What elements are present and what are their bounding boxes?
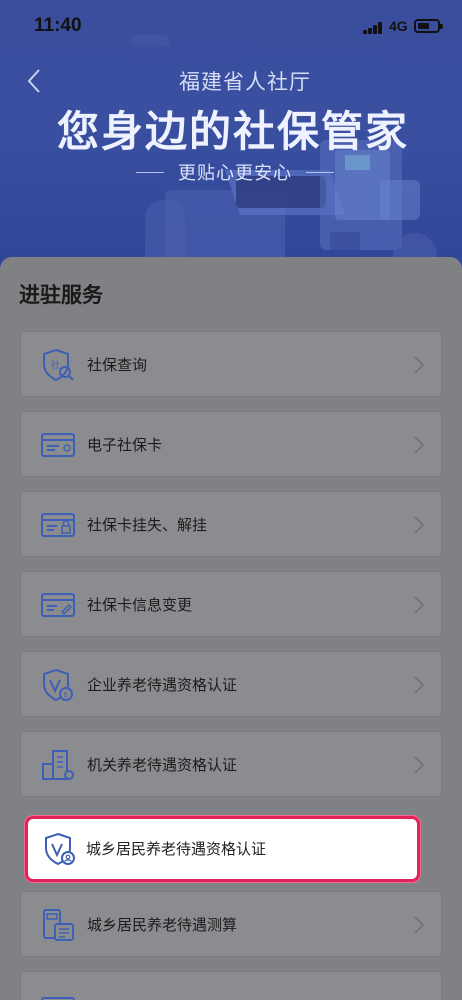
- tagline-row: 更贴心更安心: [0, 159, 462, 185]
- status-time: 11:40: [34, 15, 82, 36]
- tagline: 更贴心更安心: [178, 163, 292, 184]
- section-title: 进驻服务: [19, 283, 103, 307]
- tagline-divider-right: [306, 171, 334, 173]
- service-label: 社保查询: [87, 356, 148, 374]
- service-item-card-info-change[interactable]: 社保卡信息变更: [20, 571, 442, 637]
- chevron-right-icon: [414, 756, 425, 774]
- chevron-right-icon: [414, 436, 425, 454]
- tagline-divider-left: [136, 171, 164, 173]
- status-bar: 11:40 4G: [0, 0, 462, 54]
- chevron-right-icon: [414, 676, 425, 694]
- chevron-right-icon: [414, 516, 425, 534]
- header-banner: 11:40 4G 福建省人社厅 您身边的社保管家 更贴心更安心: [0, 0, 462, 280]
- chevron-right-icon: [414, 596, 425, 614]
- calculator-doc-icon: [43, 909, 74, 941]
- svg-text:$: $: [64, 691, 68, 699]
- org-name: 福建省人社厅: [179, 70, 311, 94]
- service-item-rural-pension-calc[interactable]: 城乡居民养老待遇测算: [20, 891, 442, 957]
- svg-text:社: 社: [51, 359, 60, 371]
- card-edit-icon: [41, 593, 75, 617]
- service-item-enterprise-pension-cert[interactable]: $ 企业养老待遇资格认证: [20, 651, 442, 717]
- card-icon: [41, 433, 75, 457]
- service-item-partial[interactable]: [20, 971, 442, 1000]
- service-item-card-loss[interactable]: 社保卡挂失、解挂: [20, 491, 442, 557]
- service-label: 社保卡信息变更: [87, 596, 193, 614]
- service-label: 城乡居民养老待遇资格认证: [86, 840, 267, 858]
- services-sheet: 进驻服务 社 社保查询 电子社保卡 社保卡挂失、解挂 社保卡信息变更 $ 企业养…: [0, 257, 462, 1000]
- shield-v-icon: [45, 832, 75, 866]
- service-label: 城乡居民养老待遇测算: [87, 916, 238, 934]
- chevron-right-icon: [414, 916, 425, 934]
- shield-search-icon: 社: [43, 348, 74, 382]
- battery-icon: [414, 19, 443, 33]
- service-item-rural-pension-cert[interactable]: 城乡居民养老待遇资格认证: [25, 816, 420, 882]
- service-label: 电子社保卡: [87, 436, 163, 454]
- card-lock-icon: [41, 513, 75, 537]
- card-icon: [41, 997, 75, 1000]
- chevron-right-icon: [414, 356, 425, 374]
- service-item-government-pension-cert[interactable]: 机关养老待遇资格认证: [20, 731, 442, 797]
- service-item-e-card[interactable]: 电子社保卡: [20, 411, 442, 477]
- building-gear-icon: [42, 750, 74, 780]
- page-slogan: 您身边的社保管家: [56, 107, 409, 156]
- service-label: 社保卡挂失、解挂: [87, 516, 208, 534]
- service-label: 机关养老待遇资格认证: [87, 756, 238, 774]
- shield-v-icon: $: [43, 668, 73, 702]
- network-label: 4G: [389, 18, 408, 34]
- signal-icon: [363, 22, 383, 34]
- service-label: 企业养老待遇资格认证: [87, 676, 238, 694]
- service-item-social-query[interactable]: 社 社保查询: [20, 331, 442, 397]
